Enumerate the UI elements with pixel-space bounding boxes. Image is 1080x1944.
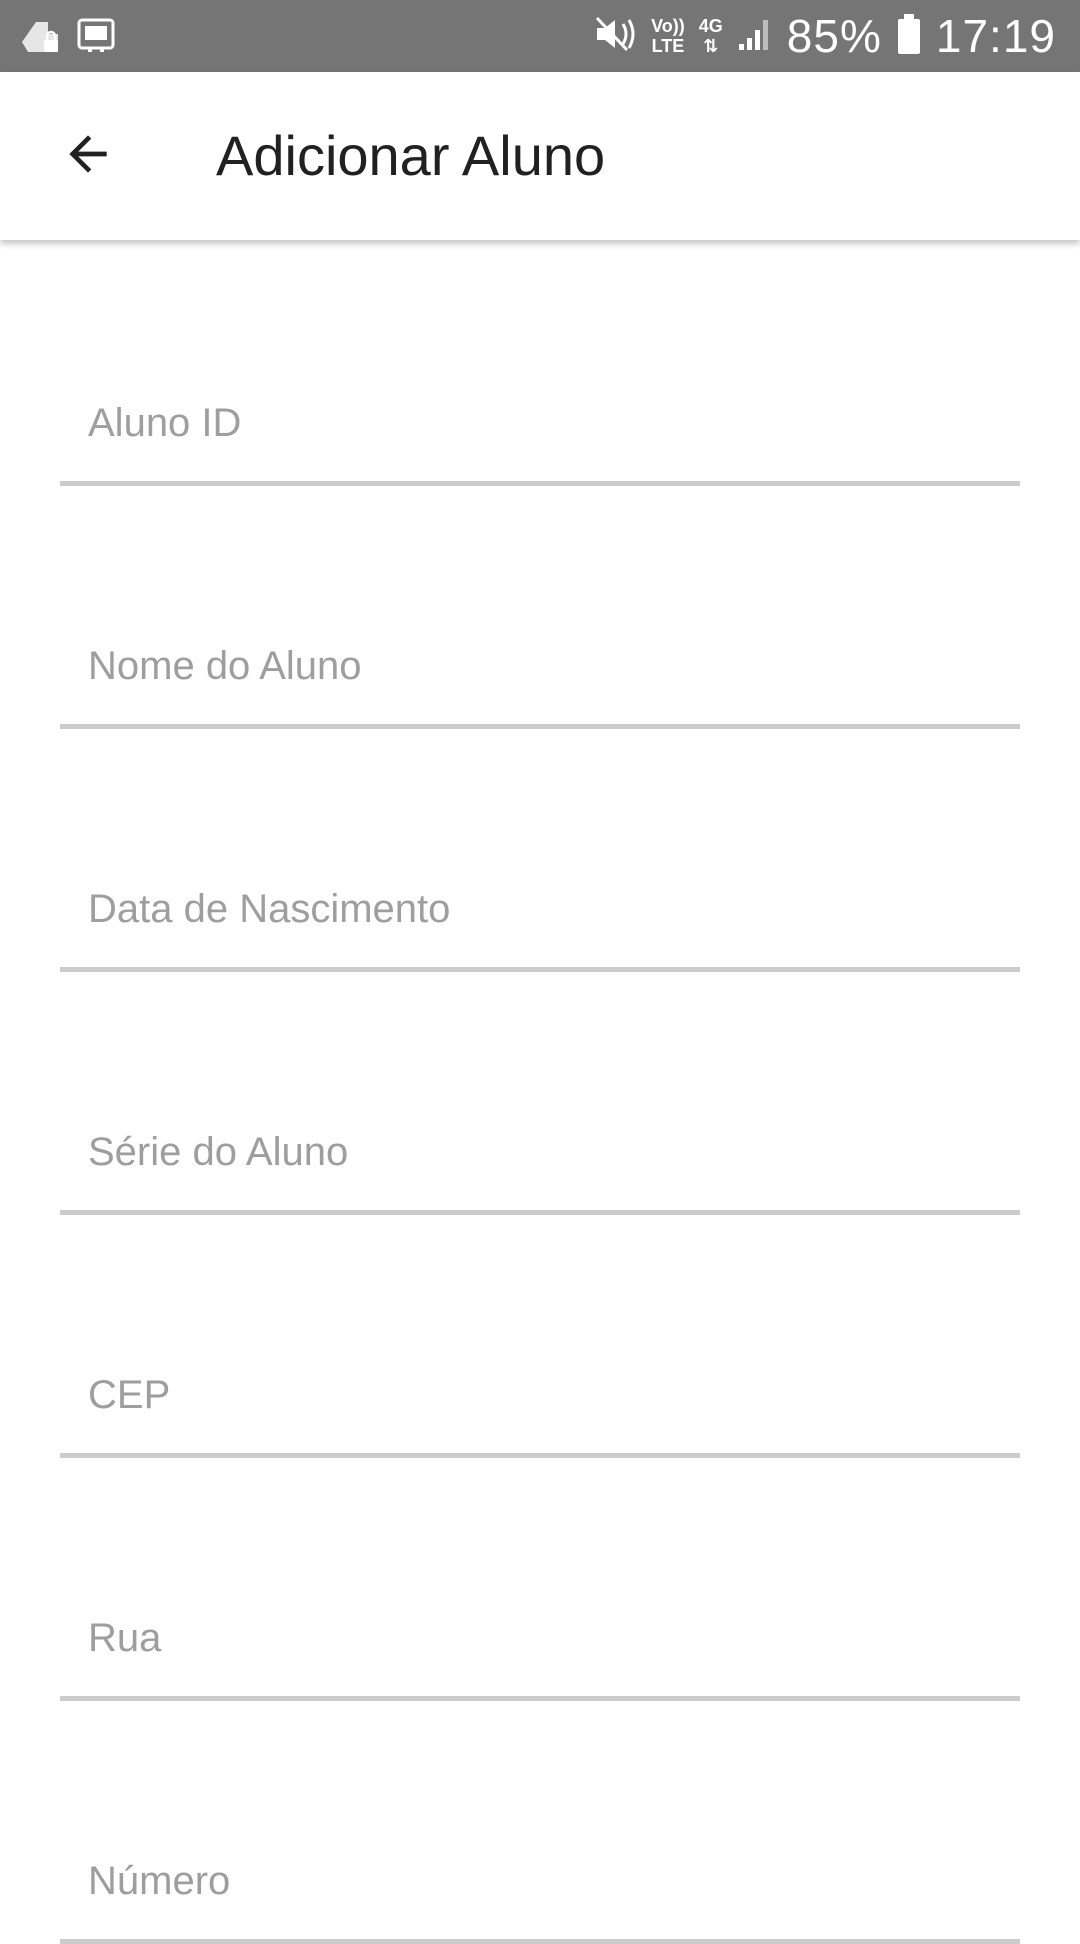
- street-field: [60, 1561, 1020, 1701]
- lte-label: LTE: [651, 36, 685, 56]
- network-type-label: 4G: [698, 16, 723, 36]
- status-bar: Vo)) LTE 4G ⇅ 85% 17:19: [0, 0, 1080, 72]
- battery-percent: 85%: [786, 10, 882, 62]
- screenshot-icon: [76, 15, 116, 60]
- network-indicator: 4G ⇅: [699, 16, 723, 56]
- signal-strength-icon: [737, 16, 773, 57]
- cep-field: [60, 1318, 1020, 1458]
- volte-label: Vo)): [651, 16, 685, 36]
- page-title: Adicionar Aluno: [216, 124, 606, 187]
- back-button[interactable]: [40, 108, 136, 204]
- cep-input[interactable]: [60, 1338, 1020, 1458]
- mute-vibrate-icon: [593, 14, 637, 59]
- number-field: [60, 1804, 1020, 1944]
- student-id-input[interactable]: [60, 366, 1020, 486]
- arrow-back-icon: [60, 126, 116, 187]
- street-input[interactable]: [60, 1581, 1020, 1701]
- student-name-input[interactable]: [60, 609, 1020, 729]
- number-input[interactable]: [60, 1824, 1020, 1944]
- notification-app-icon: [18, 12, 64, 63]
- birth-date-input[interactable]: [60, 852, 1020, 972]
- birth-date-field: [60, 832, 1020, 972]
- volte-indicator: Vo)) LTE: [651, 16, 685, 56]
- status-bar-left: [18, 12, 116, 63]
- clock: 17:19: [935, 10, 1056, 62]
- data-activity-icon: ⇅: [703, 36, 719, 56]
- battery-icon: [896, 13, 922, 59]
- student-grade-field: [60, 1075, 1020, 1215]
- app-bar: Adicionar Aluno: [0, 72, 1080, 240]
- student-id-field: [60, 346, 1020, 486]
- student-grade-input[interactable]: [60, 1095, 1020, 1215]
- student-name-field: [60, 589, 1020, 729]
- status-bar-right: Vo)) LTE 4G ⇅ 85% 17:19: [593, 0, 1056, 72]
